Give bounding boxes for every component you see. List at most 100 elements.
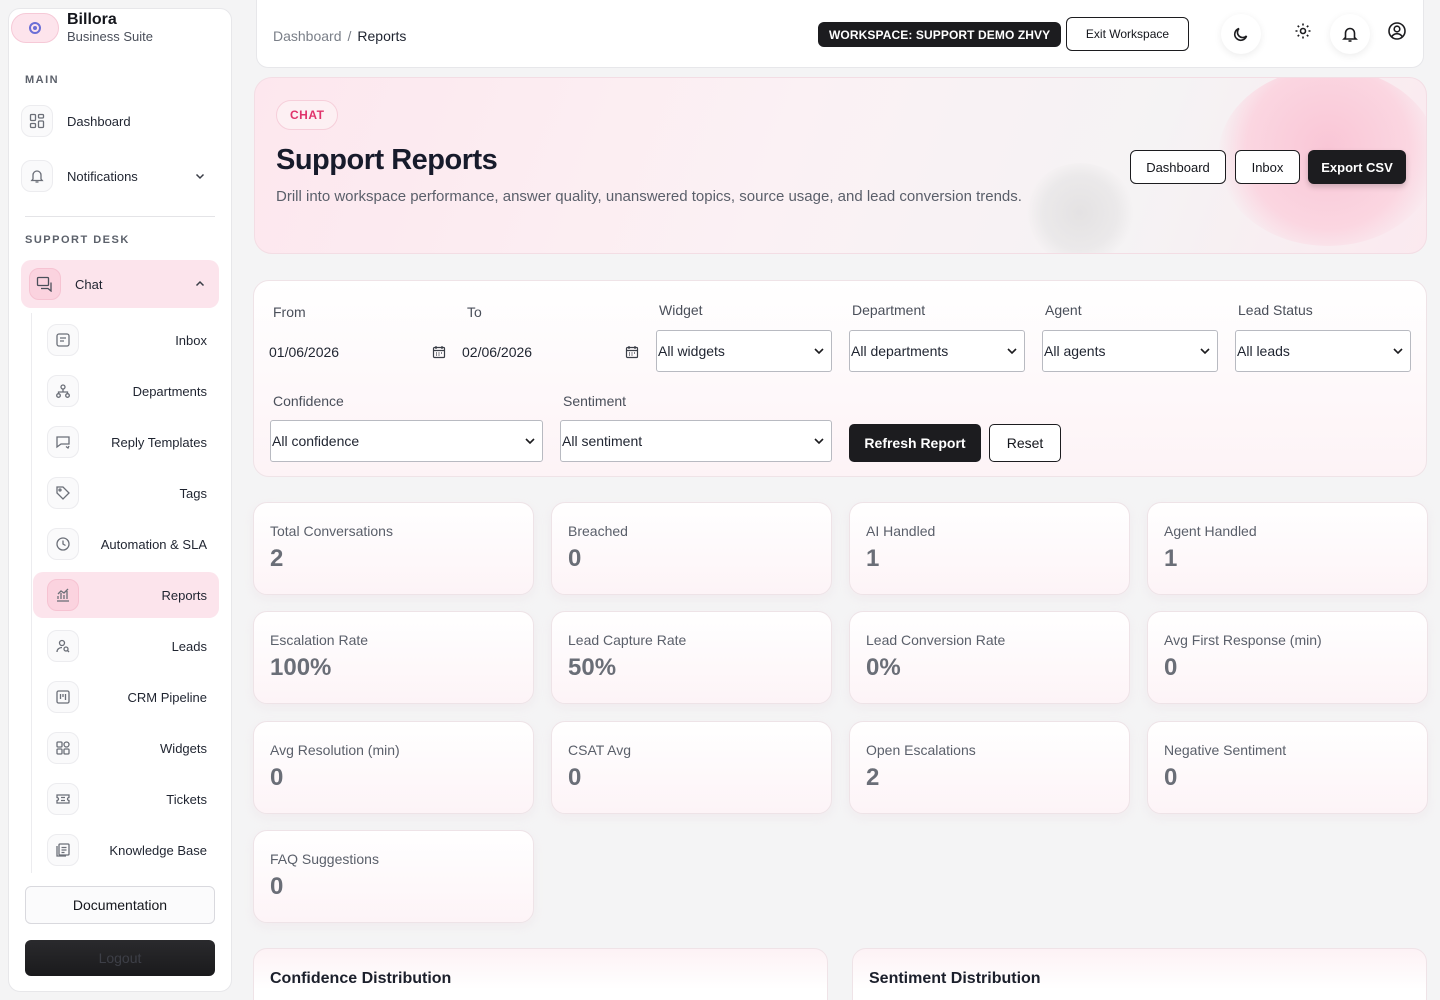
- from-date-input[interactable]: 01/06/2026: [269, 331, 446, 373]
- widget-label: Widget: [659, 302, 703, 318]
- logout-button[interactable]: Logout: [25, 940, 215, 976]
- department-select-value: All departments: [851, 343, 949, 359]
- stat-card-ai-handled: AI Handled 1: [849, 502, 1130, 595]
- breadcrumb-dashboard[interactable]: Dashboard: [273, 28, 342, 44]
- confidence-distribution-panel: Confidence Distribution: [253, 948, 828, 1000]
- stat-card-negative-sentiment: Negative Sentiment 0: [1147, 721, 1428, 814]
- sidebar-item-label: Dashboard: [67, 113, 131, 129]
- sidebar-item-label: Tags: [179, 485, 207, 501]
- sidebar-item-reports[interactable]: Reports: [33, 572, 219, 618]
- stat-label: CSAT Avg: [568, 742, 632, 758]
- stat-value: 0: [568, 764, 582, 791]
- export-csv-button[interactable]: Export CSV: [1308, 150, 1406, 184]
- brand-name: Billora: [67, 11, 117, 28]
- sidebar-item-tickets[interactable]: Tickets: [33, 776, 219, 822]
- lead-status-label: Lead Status: [1238, 302, 1313, 318]
- brand-subtitle: Business Suite: [67, 29, 153, 44]
- sidebar-item-tags[interactable]: Tags: [33, 470, 219, 516]
- breadcrumb-separator: /: [347, 28, 352, 44]
- tag-icon: [47, 477, 79, 509]
- sidebar-item-automation-sla[interactable]: Automation & SLA: [33, 521, 219, 567]
- sidebar-item-knowledge-base[interactable]: Knowledge Base: [33, 827, 219, 873]
- user-circle-icon[interactable]: [1377, 11, 1417, 51]
- filters-panel: From 01/06/2026 To 02/06/2026 Widget All…: [253, 280, 1427, 477]
- documentation-button[interactable]: Documentation: [25, 886, 215, 924]
- chevron-down-icon: [524, 435, 536, 447]
- widget-select[interactable]: All widgets: [656, 330, 832, 372]
- submenu-rail: [31, 313, 32, 873]
- chevron-down-icon: [1392, 345, 1404, 357]
- sidebar-item-departments[interactable]: Departments: [33, 368, 219, 414]
- chevron-down-icon: [1006, 345, 1018, 357]
- chevron-down-icon: [813, 345, 825, 357]
- workspace-badge: WORKSPACE: SUPPORT DEMO ZHVY: [818, 22, 1062, 47]
- panel-title: Confidence Distribution: [270, 970, 452, 987]
- sidebar-item-reply-templates[interactable]: Reply Templates: [33, 419, 219, 465]
- sentiment-distribution-panel: Sentiment Distribution: [852, 948, 1427, 1000]
- sidebar-item-crm-pipeline[interactable]: CRM Pipeline: [33, 674, 219, 720]
- sidebar-item-label: Automation & SLA: [100, 536, 207, 552]
- refresh-report-button[interactable]: Refresh Report: [849, 424, 981, 462]
- to-label: To: [467, 304, 482, 320]
- sidebar-item-inbox[interactable]: Inbox: [33, 317, 219, 363]
- divider: [25, 216, 215, 217]
- stat-value: 1: [1164, 545, 1178, 572]
- panel-title: Sentiment Distribution: [869, 970, 1041, 987]
- sidebar-item-label: Chat: [75, 276, 103, 292]
- reset-button[interactable]: Reset: [989, 424, 1061, 462]
- stat-label: Open Escalations: [866, 742, 976, 758]
- brand[interactable]: Billora Business Suite: [11, 11, 153, 44]
- sidebar-item-label: Notifications: [67, 168, 138, 184]
- department-select[interactable]: All departments: [849, 330, 1025, 372]
- sidebar-item-leads[interactable]: Leads: [33, 623, 219, 669]
- stat-label: Avg Resolution (min): [270, 742, 400, 758]
- breadcrumb-current: Reports: [357, 28, 407, 44]
- stat-label: Total Conversations: [270, 523, 393, 539]
- inbox-button[interactable]: Inbox: [1235, 150, 1300, 184]
- stat-value: 0: [270, 764, 284, 791]
- sidebar-item-label: Reports: [161, 587, 207, 603]
- lead-status-select[interactable]: All leads: [1235, 330, 1411, 372]
- calendar-icon[interactable]: [432, 345, 446, 359]
- agent-label: Agent: [1045, 302, 1082, 318]
- brand-logo-icon: [11, 12, 59, 43]
- sidebar-item-label: Widgets: [160, 740, 207, 756]
- stat-card-breached: Breached 0: [551, 502, 832, 595]
- calendar-icon[interactable]: [625, 345, 639, 359]
- notification-bell-icon[interactable]: [1330, 14, 1370, 54]
- sidebar-item-chat[interactable]: Chat: [21, 260, 219, 308]
- agent-select[interactable]: All agents: [1042, 330, 1218, 372]
- dashboard-button[interactable]: Dashboard: [1130, 150, 1226, 184]
- message-icon: [47, 324, 79, 356]
- stat-label: Breached: [568, 523, 628, 539]
- sentiment-select[interactable]: All sentiment: [560, 420, 832, 462]
- stat-card-avg-resolution: Avg Resolution (min) 0: [253, 721, 534, 814]
- hero-tag: CHAT: [276, 100, 339, 130]
- pipeline-icon: [47, 681, 79, 713]
- stat-label: Lead Conversion Rate: [866, 632, 1006, 648]
- chat-icon: [29, 268, 61, 300]
- page-description: Drill into workspace performance, answer…: [276, 188, 1022, 205]
- stat-value: 0: [270, 873, 284, 900]
- exit-workspace-button[interactable]: Exit Workspace: [1066, 17, 1189, 51]
- widget-select-value: All widgets: [658, 343, 725, 359]
- stat-card-total-conversations: Total Conversations 2: [253, 502, 534, 595]
- lead-status-select-value: All leads: [1237, 343, 1290, 359]
- gear-icon[interactable]: [1283, 11, 1323, 51]
- stat-value: 1: [866, 545, 880, 572]
- stat-card-lead-conversion-rate: Lead Conversion Rate 0%: [849, 611, 1130, 704]
- section-label-support: SUPPORT DESK: [25, 234, 130, 246]
- chevron-up-icon[interactable]: [193, 277, 207, 291]
- stat-value: 0%: [866, 654, 901, 681]
- confidence-select[interactable]: All confidence: [270, 420, 543, 462]
- stat-card-escalation-rate: Escalation Rate 100%: [253, 611, 534, 704]
- to-date-value: 02/06/2026: [462, 344, 533, 360]
- to-date-input[interactable]: 02/06/2026: [462, 331, 639, 373]
- chevron-down-icon: [1199, 345, 1211, 357]
- theme-toggle-moon-icon[interactable]: [1221, 14, 1261, 54]
- sidebar-item-widgets[interactable]: Widgets: [33, 725, 219, 771]
- chevron-down-icon[interactable]: [193, 169, 207, 183]
- sidebar-item-notifications[interactable]: Notifications: [21, 153, 219, 199]
- topbar: Dashboard / Reports WORKSPACE: SUPPORT DEM…: [256, 0, 1424, 68]
- sidebar-item-dashboard[interactable]: Dashboard: [21, 98, 219, 144]
